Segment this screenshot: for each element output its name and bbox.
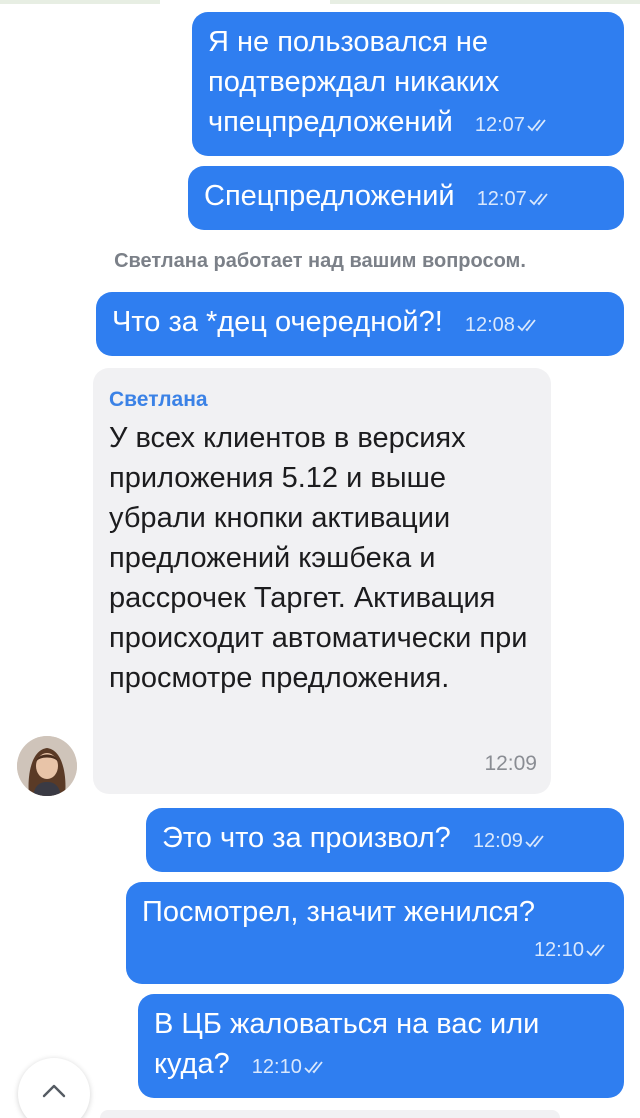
- outgoing-message[interactable]: Посмотрел, значит женился? 12:10: [126, 882, 624, 984]
- incoming-message[interactable]: Светлана У всех клиентов в версиях прило…: [93, 368, 551, 794]
- message-text: Спецпредложений: [204, 180, 455, 212]
- message-meta: 12:10: [142, 930, 608, 970]
- message-text: Это что за произвол?: [162, 822, 451, 854]
- chevron-up-icon: [42, 1084, 66, 1098]
- message-time: 12:08: [464, 314, 515, 336]
- message-meta: 12:09: [473, 821, 547, 861]
- message-time: 12:09: [484, 752, 537, 775]
- message-meta: 12:08: [465, 305, 539, 345]
- outgoing-message[interactable]: Что за *дец очередной?! 12:08: [96, 292, 624, 356]
- double-check-icon: [586, 943, 608, 957]
- message-meta: 12:07: [477, 179, 551, 219]
- outgoing-message[interactable]: Это что за произвол? 12:09: [146, 808, 624, 872]
- next-message-edge: [100, 1110, 560, 1118]
- outgoing-message[interactable]: Спецпредложений 12:07: [188, 166, 624, 230]
- double-check-icon: [304, 1060, 326, 1074]
- message-time: 12:10: [251, 1056, 302, 1078]
- scroll-up-button[interactable]: [18, 1058, 90, 1118]
- agent-photo: [17, 736, 77, 796]
- message-text: У всех клиентов в версиях приложения 5.1…: [109, 422, 528, 694]
- double-check-icon: [517, 318, 539, 332]
- message-time: 12:10: [533, 939, 584, 961]
- message-meta: 12:10: [252, 1047, 326, 1087]
- double-check-icon: [529, 192, 551, 206]
- message-text: Посмотрел, значит женился?: [142, 896, 535, 928]
- message-text: В ЦБ жаловаться на вас или куда?: [154, 1008, 540, 1080]
- message-text: Я не пользовался не подтверждал никаких …: [208, 26, 500, 138]
- sender-name: Светлана: [109, 388, 208, 411]
- message-text: Что за *дец очередной?!: [112, 306, 443, 338]
- double-check-icon: [525, 834, 547, 848]
- top-strip: [0, 0, 640, 4]
- top-strip-segment: [0, 0, 160, 4]
- message-meta: 12:07: [475, 105, 549, 145]
- avatar[interactable]: [17, 736, 77, 796]
- message-time: 12:07: [476, 188, 527, 210]
- message-time: 12:09: [472, 830, 523, 852]
- top-strip-segment: [330, 0, 640, 4]
- double-check-icon: [527, 118, 549, 132]
- message-time: 12:07: [474, 114, 525, 136]
- outgoing-message[interactable]: Я не пользовался не подтверждал никаких …: [192, 12, 624, 156]
- outgoing-message[interactable]: В ЦБ жаловаться на вас или куда? 12:10: [138, 994, 624, 1098]
- agent-typing-note: Светлана работает над вашим вопросом.: [114, 250, 526, 272]
